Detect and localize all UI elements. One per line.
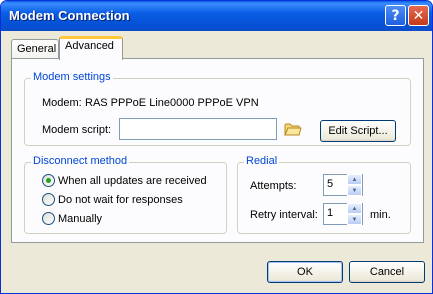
modem-value: RAS PPPoE Line0000 PPPoE VPN bbox=[85, 97, 259, 109]
help-button[interactable]: ? bbox=[385, 5, 406, 26]
tab-strip: General Advanced bbox=[1, 35, 432, 60]
radio-manually[interactable] bbox=[42, 212, 55, 225]
tab-general[interactable]: General bbox=[11, 39, 59, 59]
tab-general-label: General bbox=[17, 43, 57, 55]
radio-do-not-wait[interactable] bbox=[42, 193, 55, 206]
modem-connection-dialog: Modem Connection ? ✕ General Advanced Mo… bbox=[0, 0, 433, 294]
redial-label: Redial bbox=[244, 155, 280, 167]
attempts-value: 5 bbox=[327, 178, 334, 190]
tab-advanced-label: Advanced bbox=[65, 40, 114, 52]
retry-interval-value: 1 bbox=[327, 207, 334, 219]
manually-label[interactable]: Manually bbox=[58, 213, 102, 225]
radio-selected-dot bbox=[46, 178, 51, 183]
modem-script-label: Modem script: bbox=[42, 124, 112, 136]
cancel-label: Cancel bbox=[369, 266, 405, 278]
disconnect-method-label: Disconnect method bbox=[31, 155, 130, 167]
retry-interval-label: Retry interval: bbox=[250, 209, 318, 221]
advanced-tab-panel: Modem settings Modem: RAS PPPoE Line0000… bbox=[11, 58, 424, 243]
modem-settings-label: Modem settings bbox=[31, 71, 113, 83]
help-icon: ? bbox=[391, 7, 400, 24]
modem-label: Modem: bbox=[42, 97, 82, 109]
spin-down-icon[interactable]: ▼ bbox=[347, 214, 362, 225]
close-button[interactable]: ✕ bbox=[408, 5, 429, 26]
folder-icon[interactable] bbox=[284, 121, 302, 137]
edit-script-button[interactable]: Edit Script... bbox=[320, 120, 396, 142]
spin-down-icon[interactable]: ▼ bbox=[347, 185, 362, 196]
attempts-input[interactable]: 5 ▲ ▼ bbox=[323, 174, 363, 196]
cancel-button[interactable]: Cancel bbox=[349, 261, 425, 283]
retry-unit-label: min. bbox=[370, 209, 391, 221]
close-icon: ✕ bbox=[412, 7, 425, 24]
window-title: Modem Connection bbox=[9, 8, 130, 23]
spin-up-icon[interactable]: ▲ bbox=[347, 174, 362, 185]
when-all-updates-label[interactable]: When all updates are received bbox=[58, 175, 207, 187]
title-bar[interactable]: Modem Connection ? ✕ bbox=[1, 1, 432, 31]
retry-interval-spinner[interactable]: ▲ ▼ bbox=[347, 203, 362, 225]
retry-interval-input[interactable]: 1 ▲ ▼ bbox=[323, 203, 363, 225]
ok-button[interactable]: OK bbox=[267, 261, 343, 283]
do-not-wait-label[interactable]: Do not wait for responses bbox=[58, 194, 183, 206]
modem-script-input[interactable] bbox=[119, 118, 277, 140]
edit-script-label: Edit Script... bbox=[328, 125, 388, 137]
radio-when-all-updates[interactable] bbox=[42, 174, 55, 187]
attempts-spinner[interactable]: ▲ ▼ bbox=[347, 174, 362, 196]
tab-advanced[interactable]: Advanced bbox=[59, 36, 123, 60]
spin-up-icon[interactable]: ▲ bbox=[347, 203, 362, 214]
ok-label: OK bbox=[297, 266, 313, 278]
attempts-label: Attempts: bbox=[250, 180, 297, 192]
